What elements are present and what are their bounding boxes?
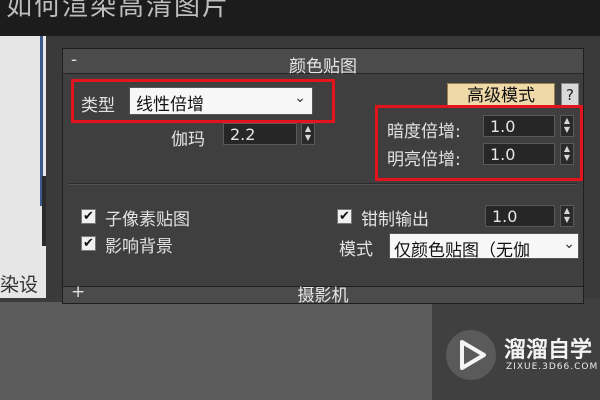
color-mapping-title: 颜色贴图 xyxy=(289,57,357,77)
clamp-value: 1.0 xyxy=(492,207,518,226)
chevron-down-icon: ⌄ xyxy=(563,236,575,252)
color-mapping-rollout-header[interactable]: - 颜色贴图 xyxy=(63,49,583,77)
clamp-value-arrows[interactable]: ▲ ▼ xyxy=(560,205,574,227)
gamma-spinner-arrows[interactable]: ▲ ▼ xyxy=(301,123,315,145)
camera-rollout-header[interactable]: + 摄影机 xyxy=(62,282,584,306)
gamma-value: 2.2 xyxy=(230,125,256,144)
affect-background-checkbox[interactable]: ✔ xyxy=(81,236,96,251)
highlight-box-type xyxy=(71,79,335,123)
side-text-fragment-1: 染设 xyxy=(0,274,39,296)
clamp-value-field[interactable]: 1.0 xyxy=(485,205,555,227)
lower-panel-area xyxy=(0,298,432,400)
color-mapping-rollout: - 颜色贴图 类型 线性倍增 ⌄ 伽玛 2.2 ▲ ▼ 高级模式 ? 暗度倍增: … xyxy=(62,48,584,290)
mode-label: 模式 xyxy=(339,240,373,260)
header-banner: 如何渲染高清图片 xyxy=(0,0,600,36)
watermark: 溜溜自学 ZIXUE.3D66.COM xyxy=(446,330,597,380)
gamma-spinner-field[interactable]: 2.2 xyxy=(223,123,297,145)
camera-rollout-title: 摄影机 xyxy=(297,286,349,306)
play-logo-icon xyxy=(446,330,496,380)
watermark-title: 溜溜自学 xyxy=(504,338,593,363)
clamp-output-label: 钳制输出 xyxy=(361,210,429,230)
render-settings-panel: - 颜色贴图 类型 线性倍增 ⌄ 伽玛 2.2 ▲ ▼ 高级模式 ? 暗度倍增: … xyxy=(46,36,600,298)
highlight-box-multipliers xyxy=(375,105,583,181)
advanced-mode-button[interactable]: 高级模式 xyxy=(447,83,555,107)
mode-dropdown[interactable]: 仅颜色贴图（无伽 ⌄ xyxy=(389,233,579,261)
subpixel-label: 子像素贴图 xyxy=(105,210,190,230)
header-banner-title: 如何渲染高清图片 xyxy=(6,0,231,22)
mode-dropdown-value: 仅颜色贴图（无伽 xyxy=(394,241,530,261)
gamma-label: 伽玛 xyxy=(171,130,205,150)
affect-background-label: 影响背景 xyxy=(105,237,173,257)
clamp-output-checkbox[interactable]: ✔ xyxy=(337,209,352,224)
help-button[interactable]: ? xyxy=(561,83,579,107)
watermark-url: ZIXUE.3D66.COM xyxy=(506,362,599,372)
section-divider-highlight xyxy=(69,184,577,185)
subpixel-checkbox[interactable]: ✔ xyxy=(81,209,96,224)
